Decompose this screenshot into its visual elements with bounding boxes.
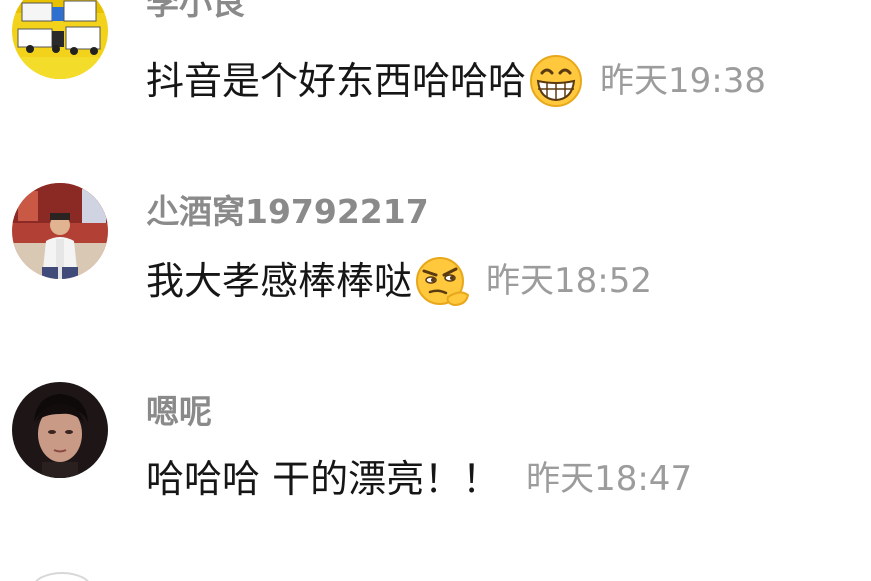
comment-item[interactable]: 尐酒窝19792217 我大孝感棒棒哒 昨天18:52 <box>0 170 871 360</box>
comment-list: 李小良 抖音是个好东西哈哈哈 昨天19:38 尐酒窝19792217 我大孝感棒… <box>0 0 871 581</box>
comment-body: 我大孝感棒棒哒 昨天18:52 <box>146 252 652 310</box>
comment-text: 抖音是个好东西哈哈哈 <box>146 59 527 103</box>
avatar[interactable] <box>12 183 108 279</box>
comment-time: 昨天18:52 <box>486 261 652 301</box>
username[interactable]: 尐酒窝19792217 <box>146 195 429 228</box>
comment-body: 哈哈哈 干的漂亮！！ 昨天18:47 <box>146 450 692 508</box>
comment-text: 我大孝感棒棒哒 <box>146 259 413 303</box>
comment-body: 抖音是个好东西哈哈哈 昨天19:38 <box>146 52 766 110</box>
comment-text: 哈哈哈 干的漂亮！！ <box>146 457 501 501</box>
comment-time: 昨天18:47 <box>526 459 693 499</box>
username[interactable]: 李小良 <box>146 0 245 19</box>
thinking-smirk-emoji-icon <box>414 253 470 309</box>
avatar[interactable] <box>12 0 108 79</box>
comment-time: 昨天19:38 <box>600 61 766 101</box>
avatar[interactable] <box>32 572 92 581</box>
username[interactable]: 嗯呢 <box>146 395 212 428</box>
avatar[interactable] <box>12 382 108 478</box>
comment-item[interactable]: 嗯呢 哈哈哈 干的漂亮！！ 昨天18:47 <box>0 370 871 570</box>
grinning-face-emoji-icon <box>528 53 584 109</box>
comment-item[interactable]: 李小良 抖音是个好东西哈哈哈 昨天19:38 <box>0 0 871 170</box>
